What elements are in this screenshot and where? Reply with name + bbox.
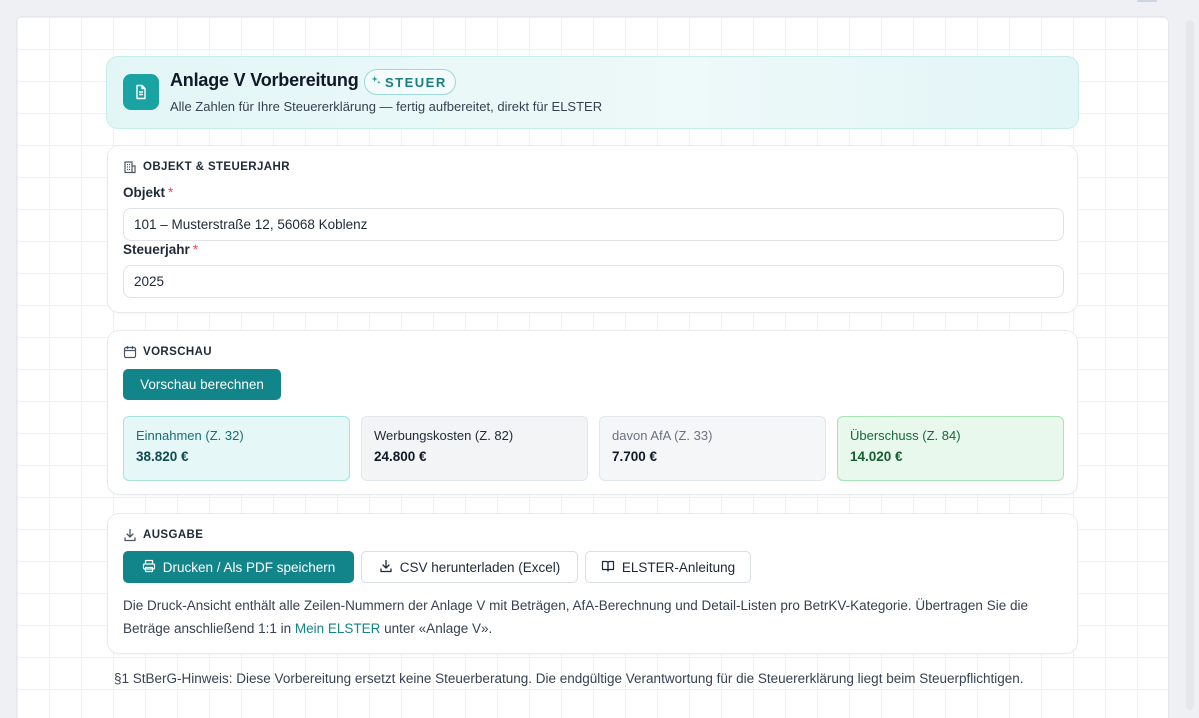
ausgabe-section: AUSGABE Drucken / Als PDF speichern CSV … — [107, 513, 1078, 654]
section-header: AUSGABE — [123, 528, 203, 542]
required-marker: * — [192, 242, 199, 257]
stat-value: 7.700 € — [612, 449, 658, 464]
section-title: OBJEKT & STEUERJAHR — [143, 161, 290, 173]
stat-label: Einnahmen (Z. 32) — [136, 428, 244, 443]
steuerjahr-label-text: Steuerjahr — [123, 242, 190, 257]
stat-label: Werbungskosten (Z. 82) — [374, 428, 514, 443]
document-icon — [123, 74, 159, 110]
required-marker: * — [168, 185, 174, 200]
stberg-disclaimer: §1 StBerG-Hinweis: Diese Vorbereitung er… — [114, 671, 1024, 686]
stat-label: Überschuss (Z. 84) — [850, 428, 961, 443]
vorschau-section: VORSCHAU Vorschau berechnen Einnahmen (Z… — [107, 330, 1078, 495]
objekt-select[interactable]: 101 – Musterstraße 12, 56068 Koblenz — [123, 208, 1064, 241]
stat-value: 24.800 € — [374, 449, 427, 464]
stat-value: 38.820 € — [136, 449, 189, 464]
calendar-icon — [123, 345, 137, 359]
page-subtitle: Alle Zahlen für Ihre Steuererklärung — f… — [170, 99, 603, 114]
drucken-pdf-button[interactable]: Drucken / Als PDF speichern — [123, 551, 354, 583]
badge-label: STEUER — [385, 74, 447, 90]
objekt-value: 101 – Musterstraße 12, 56068 Koblenz — [134, 217, 368, 232]
section-title: AUSGABE — [143, 529, 204, 541]
button-label: Vorschau berechnen — [140, 377, 264, 392]
header-banner: Anlage V Vorbereitung STEUER Alle Zahlen… — [106, 56, 1079, 129]
steuerjahr-label: Steuerjahr * — [123, 242, 198, 257]
section-header: VORSCHAU — [123, 345, 212, 359]
vorschau-berechnen-button[interactable]: Vorschau berechnen — [123, 369, 281, 400]
download-icon — [379, 559, 393, 576]
stat-ueberschuss: Überschuss (Z. 84) 14.020 € — [837, 416, 1064, 481]
book-icon — [601, 559, 615, 576]
objekt-label: Objekt * — [123, 185, 173, 200]
sparkle-icon — [371, 75, 382, 89]
elster-anleitung-button[interactable]: ELSTER-Anleitung — [585, 551, 751, 583]
description-text: Die Druck-Ansicht enthält alle Zeilen-Nu… — [123, 598, 1028, 636]
section-header: OBJEKT & STEUERJAHR — [123, 160, 290, 174]
top-edge-mark — [1137, 0, 1157, 2]
button-label: Drucken / Als PDF speichern — [162, 559, 336, 575]
objekt-label-text: Objekt — [123, 185, 166, 200]
stat-value: 14.020 € — [850, 449, 903, 464]
steuer-badge: STEUER — [364, 69, 456, 95]
scrollbar[interactable] — [1186, 20, 1194, 710]
steuerjahr-input[interactable]: 2025 — [123, 265, 1064, 298]
building-icon — [123, 160, 137, 174]
button-label: ELSTER-Anleitung — [621, 559, 736, 575]
objekt-section: OBJEKT & STEUERJAHR Objekt * 101 – Muster… — [107, 145, 1078, 313]
mein-elster-link[interactable]: Mein ELSTER — [295, 621, 381, 636]
stat-werbungskosten: Werbungskosten (Z. 82) 24.800 € — [361, 416, 588, 481]
description-text-end: unter «Anlage V». — [380, 621, 493, 636]
page-title: Anlage V Vorbereitung — [170, 70, 359, 90]
section-title: VORSCHAU — [143, 346, 213, 358]
printer-icon — [142, 559, 156, 576]
csv-download-button[interactable]: CSV herunterladen (Excel) — [361, 551, 578, 583]
stat-einnahmen: Einnahmen (Z. 32) 38.820 € — [123, 416, 350, 481]
download-icon — [123, 528, 137, 542]
stat-afa: davon AfA (Z. 33) 7.700 € — [599, 416, 826, 481]
button-label: CSV herunterladen (Excel) — [399, 559, 561, 575]
stat-label: davon AfA (Z. 33) — [612, 428, 713, 443]
steuerjahr-value: 2025 — [134, 274, 165, 289]
ausgabe-description: Die Druck-Ansicht enthält alle Zeilen-Nu… — [123, 594, 1068, 640]
